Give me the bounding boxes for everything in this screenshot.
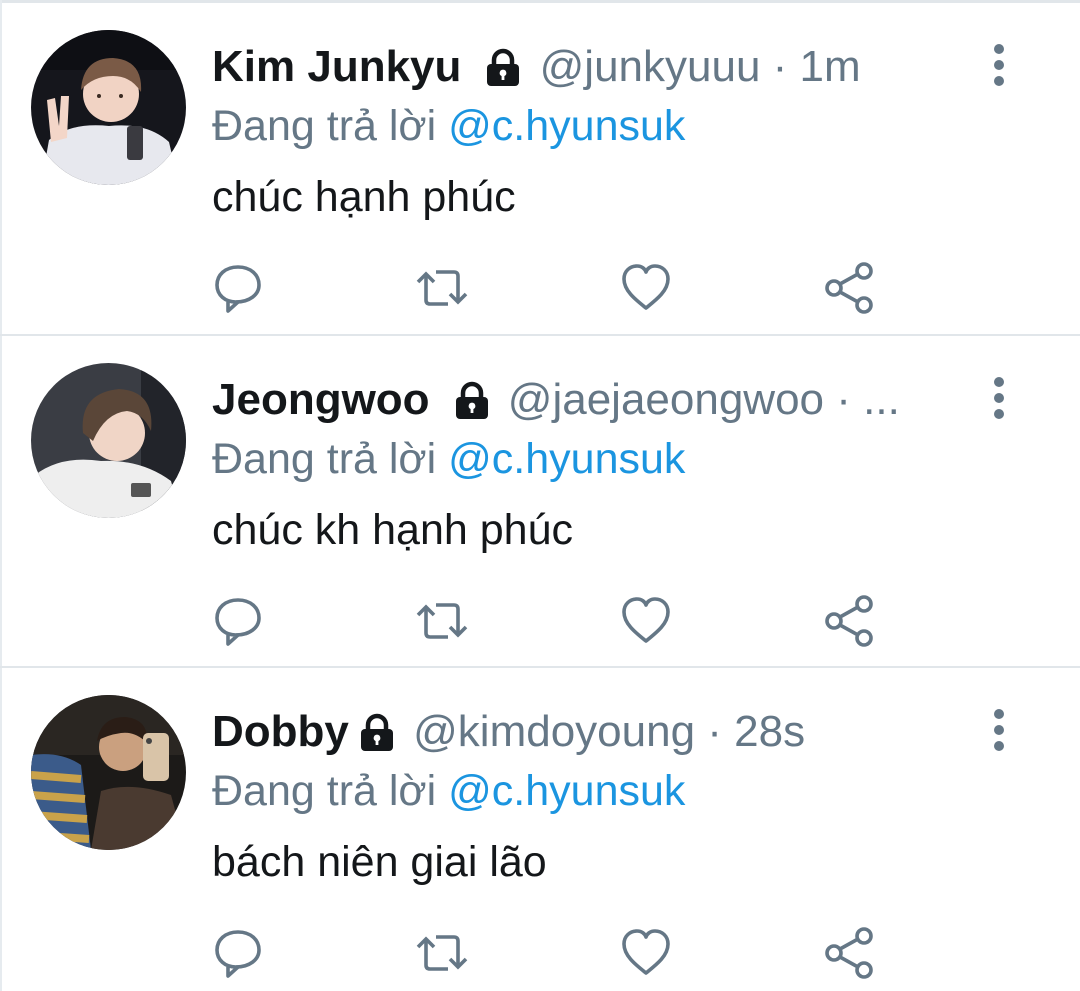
replying-prefix: Đang trả lời xyxy=(212,767,437,815)
tweet-header: Dobby @kimdoyoung · 28s xyxy=(212,702,805,762)
retweet-icon[interactable] xyxy=(412,923,472,983)
reply-icon[interactable] xyxy=(208,591,268,651)
avatar[interactable] xyxy=(31,695,186,850)
replying-to-line: Đang trả lời @c.hyunsuk xyxy=(212,430,685,488)
share-icon[interactable] xyxy=(820,923,880,983)
lock-icon xyxy=(452,376,492,436)
more-vertical-icon[interactable] xyxy=(984,376,1014,420)
share-icon[interactable] xyxy=(820,591,880,651)
tweet-text: chúc hạnh phúc xyxy=(212,173,516,221)
replying-prefix: Đang trả lời xyxy=(212,102,437,150)
tweet-header: Jeongwoo @jaejaeongwoo · ... xyxy=(212,370,900,430)
action-bar xyxy=(0,258,1080,318)
lock-icon xyxy=(483,43,523,103)
more-vertical-icon[interactable] xyxy=(984,43,1014,87)
reply-tweet[interactable]: Kim Junkyu @junkyuuu · 1m Đang trả lời @… xyxy=(0,3,1080,335)
replying-prefix: Đang trả lời xyxy=(212,435,437,483)
timestamp: ... xyxy=(863,375,900,424)
tweet-header: Kim Junkyu @junkyuuu · 1m xyxy=(212,37,861,97)
heart-icon[interactable] xyxy=(616,591,676,651)
heart-icon[interactable] xyxy=(616,258,676,318)
user-handle[interactable]: @kimdoyoung xyxy=(413,707,695,756)
reply-tweet[interactable]: Dobby @kimdoyoung · 28s Đang trả lời @c.… xyxy=(0,668,1080,991)
more-vertical-icon[interactable] xyxy=(984,708,1014,752)
separator: · xyxy=(836,375,851,424)
heart-icon[interactable] xyxy=(616,923,676,983)
display-name[interactable]: Dobby xyxy=(212,707,349,756)
lock-icon xyxy=(357,708,397,768)
reply-icon[interactable] xyxy=(208,923,268,983)
separator: · xyxy=(707,707,722,756)
share-icon[interactable] xyxy=(820,258,880,318)
reply-icon[interactable] xyxy=(208,258,268,318)
display-name[interactable]: Jeongwoo xyxy=(212,375,430,424)
replying-to-line: Đang trả lời @c.hyunsuk xyxy=(212,97,685,155)
timestamp: 1m xyxy=(799,42,861,91)
retweet-icon[interactable] xyxy=(412,591,472,651)
tweet-text: bách niên giai lão xyxy=(212,838,547,886)
timestamp: 28s xyxy=(734,707,806,756)
action-bar xyxy=(0,591,1080,651)
tweet-text: chúc kh hạnh phúc xyxy=(212,506,573,554)
user-handle[interactable]: @jaejaeongwoo xyxy=(508,375,824,424)
action-bar xyxy=(0,923,1080,983)
avatar[interactable] xyxy=(31,30,186,185)
separator: · xyxy=(772,42,788,91)
reply-tweet[interactable]: Jeongwoo @jaejaeongwoo · ... Đang trả lờ… xyxy=(0,336,1080,667)
retweet-icon[interactable] xyxy=(412,258,472,318)
user-handle[interactable]: @junkyuuu xyxy=(540,42,761,91)
display-name[interactable]: Kim Junkyu xyxy=(212,42,461,91)
avatar[interactable] xyxy=(31,363,186,518)
replying-to-line: Đang trả lời @c.hyunsuk xyxy=(212,762,685,820)
mention-link[interactable]: @c.hyunsuk xyxy=(448,435,685,483)
mention-link[interactable]: @c.hyunsuk xyxy=(448,767,685,815)
mention-link[interactable]: @c.hyunsuk xyxy=(448,102,685,150)
